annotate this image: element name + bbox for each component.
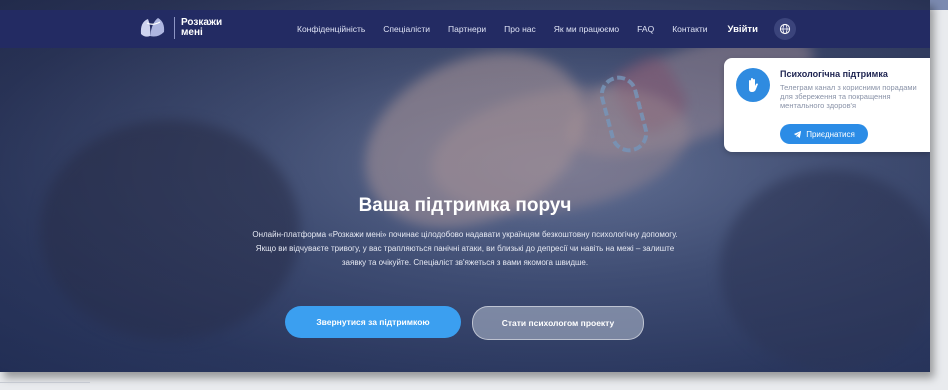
globe-icon[interactable] xyxy=(773,18,796,40)
hero-title: Ваша підтримка поруч xyxy=(358,195,572,216)
support-card-desc-line: для збереження та покращення xyxy=(780,92,891,101)
hero-description: Онлайн-платформа «Розкажи мені» починає … xyxy=(252,230,678,267)
request-support-button[interactable]: Звернутися за підтримкою xyxy=(285,306,461,338)
nav-item-faq[interactable]: FAQ xyxy=(637,24,654,34)
support-card: Психологічна підтримка Телеграм канал з … xyxy=(724,58,930,152)
nav-item-privacy[interactable]: Конфіденційність xyxy=(297,24,365,34)
nav-menu: Конфіденційність Спеціалісти Партнери Пр… xyxy=(297,10,796,48)
nav-item-contacts[interactable]: Контакти xyxy=(672,24,707,34)
join-telegram-button[interactable]: Приєднатися xyxy=(780,124,868,144)
logo-line: мені xyxy=(181,27,203,38)
top-navigation: Розкажи мені Конфіденційність Спеціаліст… xyxy=(0,10,930,48)
nav-item-specialists[interactable]: Спеціалісти xyxy=(383,24,430,34)
page-divider xyxy=(0,382,90,383)
logo-text: Розкажи мені xyxy=(181,18,222,38)
support-card-desc-line: Телеграм канал з корисними порадами xyxy=(780,83,917,92)
logo-divider xyxy=(174,17,175,39)
support-card-desc-line: ментального здоров'я xyxy=(780,101,857,110)
nav-item-partners[interactable]: Партнери xyxy=(448,24,486,34)
join-telegram-label: Приєднатися xyxy=(806,129,855,139)
logo-mark-icon xyxy=(138,14,168,42)
telegram-icon xyxy=(794,130,802,138)
site-logo[interactable]: Розкажи мені xyxy=(138,14,222,42)
hero-overlay xyxy=(0,0,930,372)
support-card-description: Телеграм канал з корисними порадами для … xyxy=(780,83,930,110)
support-card-title: Психологічна підтримка xyxy=(780,69,888,79)
nav-item-how-we-work[interactable]: Як ми працюємо xyxy=(554,24,619,34)
login-link[interactable]: Увійти xyxy=(728,24,758,35)
become-psychologist-button[interactable]: Стати психологом проекту xyxy=(472,306,644,340)
hero-section: Ваша підтримка поруч Онлайн-платформа «Р… xyxy=(0,0,930,372)
hand-wave-icon xyxy=(736,68,770,102)
nav-item-about[interactable]: Про нас xyxy=(504,24,536,34)
